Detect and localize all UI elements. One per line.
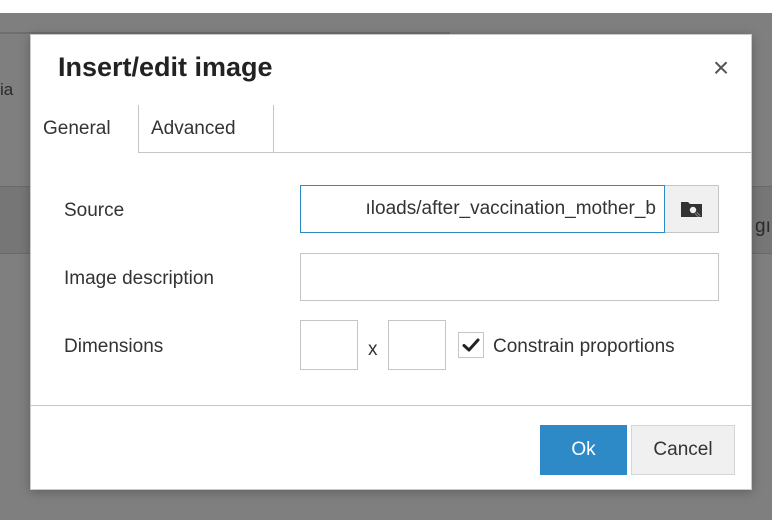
background-top-strip bbox=[0, 0, 772, 13]
background-text-left: ia bbox=[0, 80, 14, 99]
image-description-label: Image description bbox=[64, 268, 214, 289]
constrain-proportions-checkbox[interactable] bbox=[458, 332, 484, 358]
tab-general[interactable]: General bbox=[31, 105, 139, 153]
background-text-right: gı bbox=[755, 216, 771, 237]
insert-image-dialog: Insert/edit image × General Advanced Sou… bbox=[30, 34, 752, 490]
dimensions-label: Dimensions bbox=[64, 336, 164, 357]
dialog-title: Insert/edit image bbox=[58, 52, 273, 82]
constrain-proportions-label[interactable]: Constrain proportions bbox=[493, 336, 675, 358]
tabs-divider bbox=[31, 152, 751, 153]
source-input[interactable]: ıloads/after_vaccination_mother_b bbox=[300, 185, 665, 233]
folder-search-icon bbox=[680, 202, 702, 218]
width-input[interactable] bbox=[300, 320, 358, 370]
image-description-input[interactable] bbox=[300, 253, 719, 301]
dimensions-separator: x bbox=[368, 339, 378, 360]
height-input[interactable] bbox=[388, 320, 446, 370]
close-icon[interactable]: × bbox=[706, 53, 736, 83]
checkmark-icon bbox=[462, 338, 480, 352]
ok-button[interactable]: Ok bbox=[540, 425, 627, 475]
cancel-button[interactable]: Cancel bbox=[631, 425, 735, 475]
tab-advanced[interactable]: Advanced bbox=[139, 105, 274, 152]
browse-button[interactable] bbox=[665, 185, 719, 233]
footer-divider bbox=[31, 405, 751, 406]
source-label: Source bbox=[64, 200, 125, 221]
